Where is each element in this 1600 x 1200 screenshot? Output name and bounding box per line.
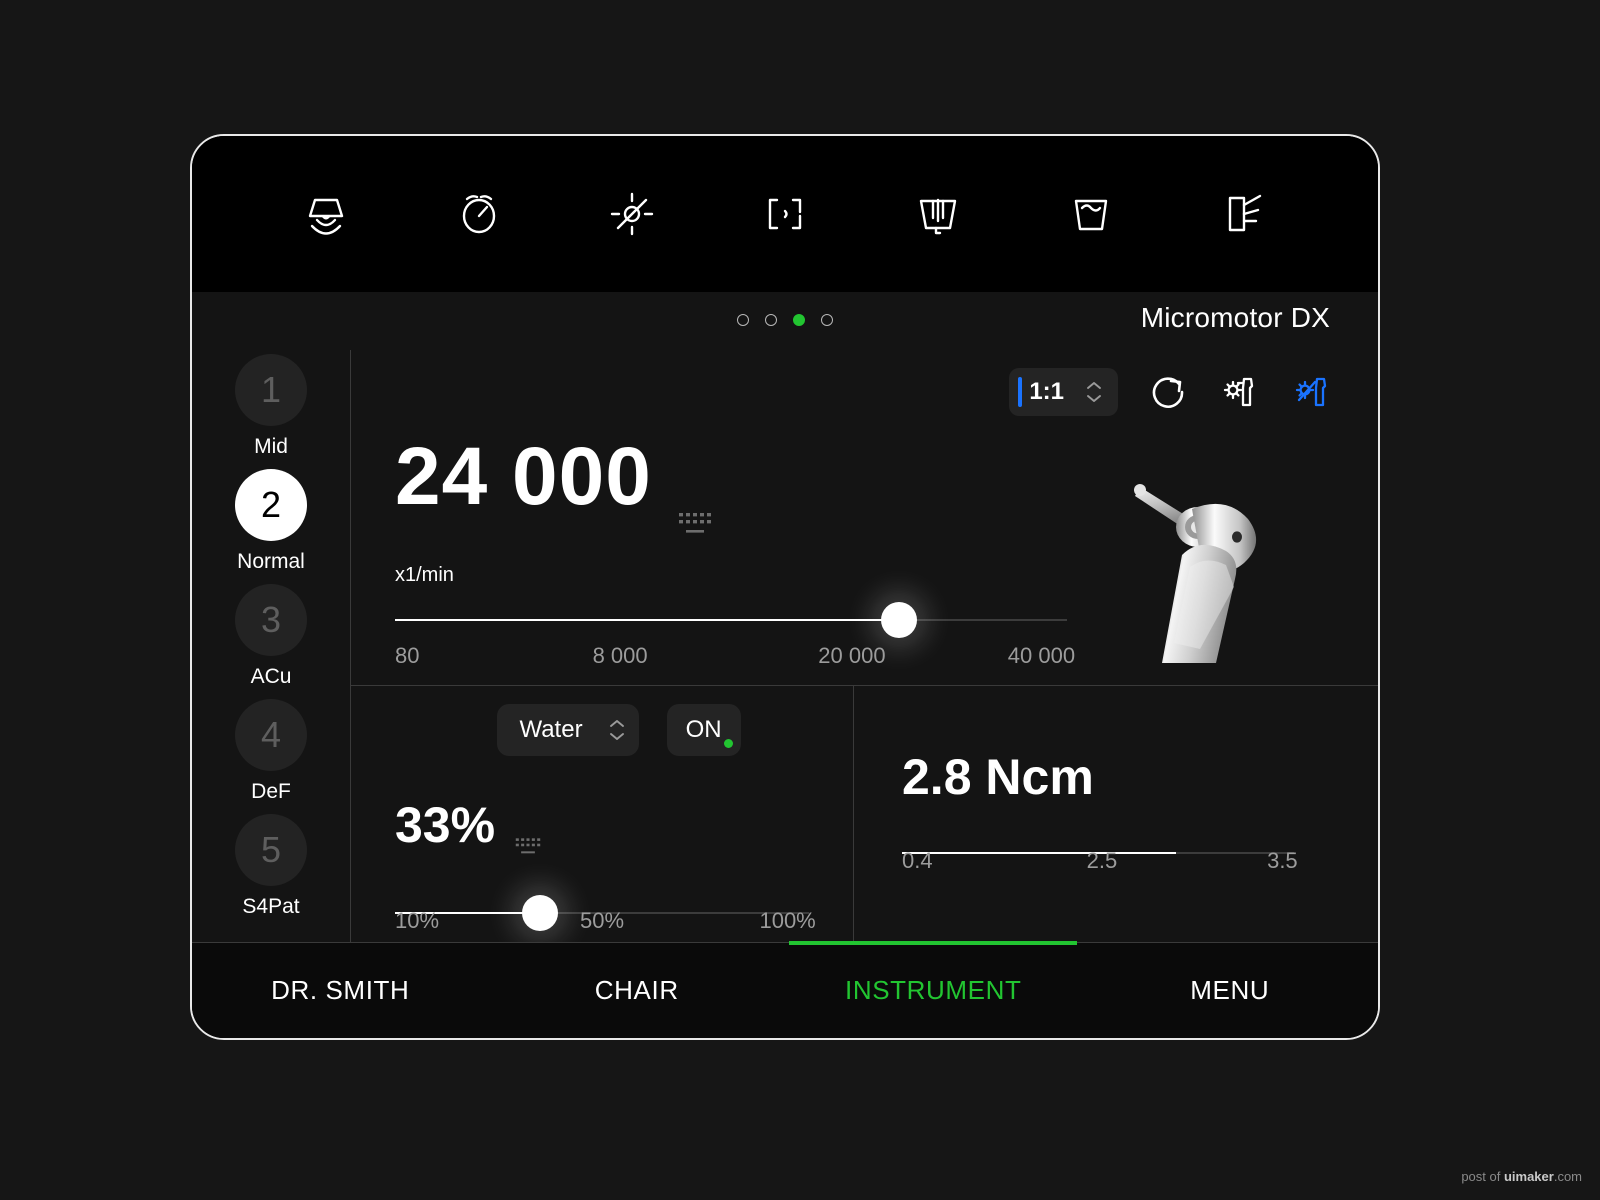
speed-unit-label: x1/min <box>395 564 454 586</box>
torque-value-display: 2.8 Ncm <box>902 752 1326 802</box>
coolant-tick-1: 10% <box>395 908 440 933</box>
torque-tick-1: 0.4 <box>902 848 933 873</box>
speed-value: 24 000 <box>395 431 652 522</box>
speed-tick-4: 40 000 <box>1007 643 1076 668</box>
preset-number: 3 <box>235 584 307 656</box>
coolant-value-display: 33% <box>395 800 809 866</box>
chair-recline-icon[interactable] <box>1212 183 1274 245</box>
watermark-suffix: .com <box>1553 1169 1582 1184</box>
speed-slider[interactable] <box>395 602 1067 638</box>
preset-item-4[interactable]: 4 DeF <box>235 699 307 804</box>
preset-label: DeF <box>251 780 291 803</box>
speed-panel: 1:1 24 000 x1/min 80 8 000 20 000 40 000 <box>351 350 1378 686</box>
coolant-slider[interactable]: 10% 50% 100% <box>395 895 816 933</box>
handpiece-light-icon[interactable] <box>1290 370 1334 414</box>
bottom-navigation: DR. SMITH CHAIR INSTRUMENT MENU <box>192 942 1378 1038</box>
coolant-slider-ticks: 10% 50% 100% <box>395 908 816 934</box>
coolant-power-button[interactable]: ON <box>666 704 741 756</box>
preset-item-5[interactable]: 5 S4Pat <box>235 814 307 919</box>
rotation-direction-icon[interactable] <box>1146 370 1190 414</box>
coolant-medium-label: Water <box>519 716 583 743</box>
cup-fill-icon[interactable] <box>1060 183 1122 245</box>
chevron-stepper-icon[interactable] <box>609 719 625 741</box>
tablet-device-frame: Micromotor DX 1 Mid 2 Normal 3 ACu 4 DeF… <box>190 134 1380 1040</box>
preset-label: S4Pat <box>242 895 300 918</box>
bowl-rinse-icon[interactable] <box>907 183 969 245</box>
light-toggle-icon[interactable] <box>601 183 663 245</box>
coolant-controls: Water ON <box>395 704 809 756</box>
gear-ratio-accent-bar <box>1018 377 1023 407</box>
speed-slider-thumb[interactable] <box>881 602 917 638</box>
preset-item-1[interactable]: 1 Mid <box>235 354 307 459</box>
speed-slider-fill <box>395 619 899 621</box>
torque-tick-3: 3.5 <box>1267 848 1298 873</box>
nav-item-chair[interactable]: CHAIR <box>489 943 786 1038</box>
torque-tick-2: 2.5 <box>1086 848 1118 873</box>
nav-item-dr-smith[interactable]: DR. SMITH <box>192 943 489 1038</box>
operating-light-icon[interactable] <box>295 183 357 245</box>
watermark-brand: uimaker <box>1503 1169 1554 1184</box>
torque-slider-ticks: 0.4 2.5 3.5 <box>902 848 1298 874</box>
nav-item-menu[interactable]: MENU <box>1082 943 1379 1038</box>
page-dot-1[interactable] <box>737 314 749 326</box>
device-name-label: Micromotor DX <box>1140 302 1330 333</box>
timer-icon[interactable] <box>448 183 510 245</box>
speed-controls-row: 1:1 <box>1009 368 1334 416</box>
numeric-keypad-icon[interactable] <box>678 470 712 552</box>
handpiece-spray-icon[interactable] <box>1218 370 1262 414</box>
page-dot-3[interactable] <box>793 314 805 326</box>
screen-header: Micromotor DX <box>192 292 1378 350</box>
coolant-tick-3: 100% <box>759 908 816 933</box>
preset-number: 2 <box>235 469 307 541</box>
instrument-screen: Micromotor DX 1 Mid 2 Normal 3 ACu 4 DeF… <box>192 292 1378 1038</box>
watermark-prefix: post of <box>1461 1169 1504 1184</box>
coolant-power-label: ON <box>685 716 722 743</box>
torque-slider[interactable]: 0.4 2.5 3.5 <box>902 848 1298 873</box>
preset-number: 1 <box>235 354 307 426</box>
gear-ratio-selector[interactable]: 1:1 <box>1009 368 1118 416</box>
coolant-tick-2: 50% <box>579 908 625 933</box>
gear-ratio-value: 1:1 <box>1029 378 1064 405</box>
coolant-medium-selector[interactable]: Water <box>497 704 639 756</box>
numeric-keypad-icon[interactable] <box>515 816 541 866</box>
speed-tick-3: 20 000 <box>818 643 886 668</box>
preset-label: Mid <box>254 435 288 458</box>
nav-item-instrument[interactable]: INSTRUMENT <box>785 943 1082 1038</box>
page-dot-4[interactable] <box>821 314 833 326</box>
speed-tick-2: 8 000 <box>592 643 648 668</box>
page-dot-2[interactable] <box>765 314 777 326</box>
torque-value: 2.8 Ncm <box>902 749 1094 805</box>
main-content: 1 Mid 2 Normal 3 ACu 4 DeF 5 S4Pat 1:1 2… <box>192 350 1378 1038</box>
chair-position-icon[interactable] <box>754 183 816 245</box>
watermark: post of uimaker.com <box>1461 1169 1582 1184</box>
quick-action-toolbar <box>192 136 1378 292</box>
page-indicator-dots <box>737 314 833 326</box>
preset-item-3[interactable]: 3 ACu <box>235 584 307 689</box>
preset-label: ACu <box>250 665 292 688</box>
preset-rail: 1 Mid 2 Normal 3 ACu 4 DeF 5 S4Pat <box>192 350 350 1038</box>
preset-item-2[interactable]: 2 Normal <box>235 469 307 574</box>
preset-number: 5 <box>235 814 307 886</box>
preset-number: 4 <box>235 699 307 771</box>
preset-label: Normal <box>237 550 305 573</box>
chevron-stepper-icon[interactable] <box>1086 381 1102 403</box>
status-indicator-dot <box>723 739 733 748</box>
coolant-value: 33% <box>395 797 496 853</box>
speed-slider-ticks: 80 8 000 20 000 40 000 <box>395 643 1075 669</box>
instrument-settings: 1:1 24 000 x1/min 80 8 000 20 000 40 000… <box>350 350 1378 1038</box>
speed-tick-1: 80 <box>395 643 420 668</box>
